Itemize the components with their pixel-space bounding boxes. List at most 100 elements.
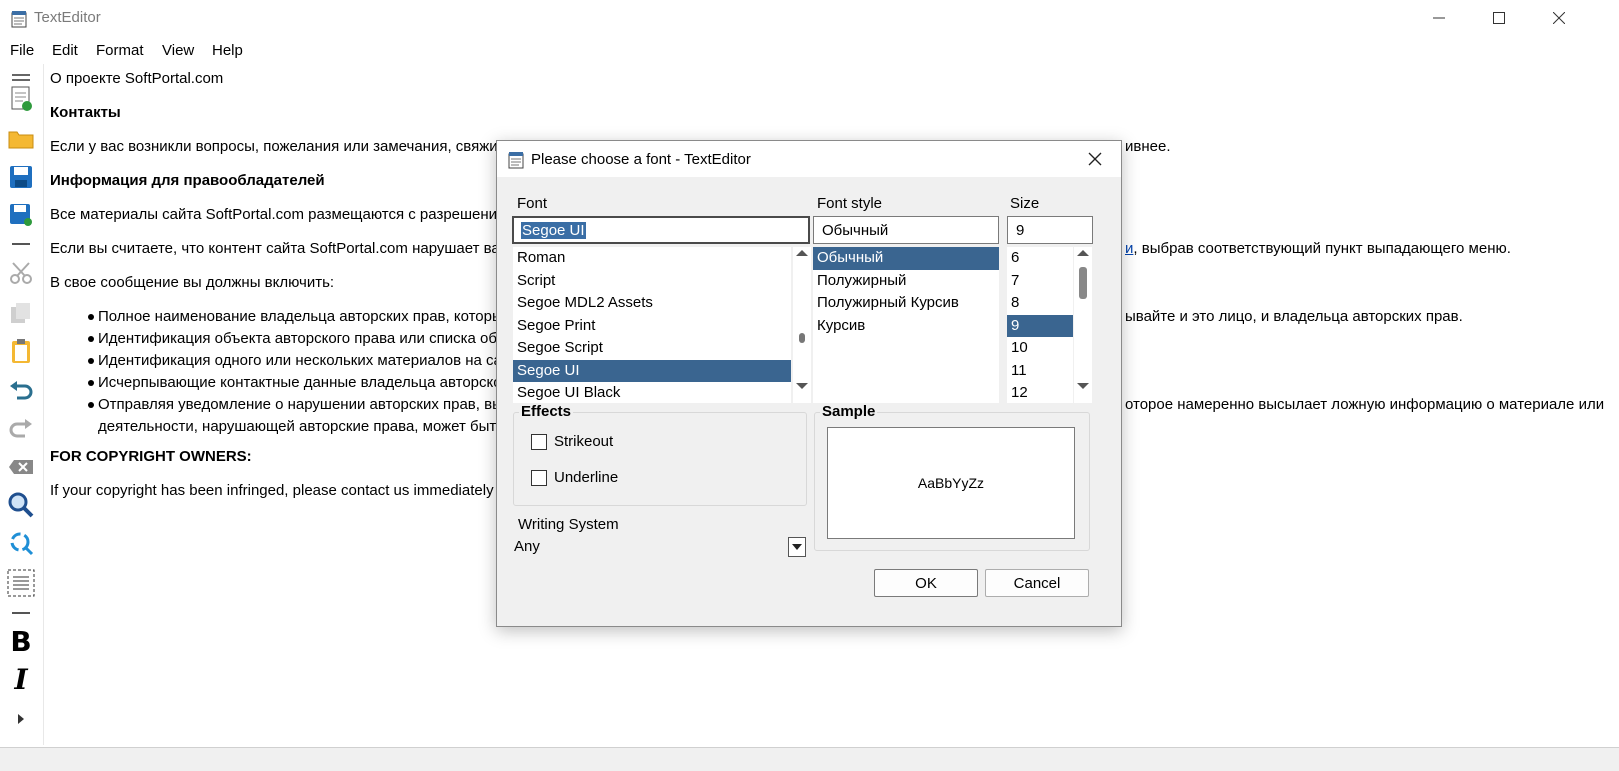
menu-view[interactable]: View: [162, 42, 194, 59]
font-list-item-selected[interactable]: Segoe UI: [513, 359, 791, 382]
select-all-icon[interactable]: [6, 568, 36, 598]
font-list-item[interactable]: Script: [513, 270, 791, 293]
font-size-item-selected[interactable]: 9: [1007, 314, 1073, 337]
font-size-input[interactable]: 9: [1007, 216, 1093, 244]
font-dialog: Please choose a font - TextEditor Font S…: [496, 140, 1122, 627]
notepad-icon: [507, 151, 525, 173]
menu-format[interactable]: Format: [96, 42, 144, 59]
bullet-icon: [88, 336, 94, 342]
sample-text: AaBbYyZz: [917, 475, 985, 491]
font-name-value: Segoe UI: [521, 222, 586, 239]
window-title: TextEditor: [34, 9, 101, 26]
separator: [12, 612, 30, 614]
font-size-item[interactable]: 11: [1007, 360, 1073, 383]
font-list-item[interactable]: Roman: [513, 247, 791, 270]
redo-icon[interactable]: [6, 414, 36, 444]
close-icon: [1088, 152, 1102, 166]
font-style-list: Обычный Полужирный Полужирный Курсив Кур…: [813, 247, 999, 403]
sample-preview: AaBbYyZz: [827, 427, 1075, 539]
font-size-item[interactable]: 6: [1007, 247, 1073, 270]
font-style-item-selected[interactable]: Обычный: [813, 247, 999, 270]
size-label: Size: [1010, 195, 1040, 212]
save-icon[interactable]: [6, 162, 36, 192]
maximize-button[interactable]: [1469, 0, 1529, 36]
save-as-icon[interactable]: [6, 200, 36, 230]
strikeout-checkbox[interactable]: [531, 434, 547, 450]
open-folder-icon[interactable]: [6, 124, 36, 154]
font-list-item[interactable]: Segoe MDL2 Assets: [513, 292, 791, 315]
bold-icon[interactable]: B: [6, 625, 36, 658]
doc-paragraph-tail: и, выбрав соответствующий пункт выпадающ…: [1125, 238, 1511, 260]
separator: [12, 243, 30, 245]
bullet-icon: [88, 358, 94, 364]
doc-line: О проекте SoftPortal.com: [50, 70, 224, 87]
font-name-input[interactable]: Segoe UI: [512, 216, 810, 244]
copy-icon[interactable]: [6, 298, 36, 328]
font-style-label: Font style: [817, 195, 883, 212]
dialog-title-bar: Please choose a font - TextEditor: [497, 141, 1121, 177]
cut-icon[interactable]: [6, 258, 36, 288]
list-item-text: Отправляя уведомление о нарушении авторс…: [98, 396, 503, 413]
font-style-item[interactable]: Полужирный Курсив: [813, 292, 999, 315]
font-style-input[interactable]: Обычный: [813, 216, 999, 244]
italic-icon[interactable]: I: [6, 663, 36, 696]
cancel-button[interactable]: Cancel: [985, 569, 1089, 597]
list-item-text: Полное наименование владельца авторских …: [98, 308, 503, 325]
undo-icon[interactable]: [6, 376, 36, 406]
underline-label: Underline: [554, 469, 619, 486]
doc-paragraph: Если у вас возникли вопросы, пожелания и…: [50, 138, 505, 155]
font-size-item[interactable]: 12: [1007, 382, 1073, 403]
doc-paragraph: Если вы считаете, что контент сайта Soft…: [50, 240, 512, 257]
list-item-continuation: деятельности, нарушающей авторские права…: [98, 418, 505, 435]
font-size-list: 6 7 8 9 10 11 12: [1007, 247, 1073, 403]
close-window-button[interactable]: [1529, 0, 1589, 36]
bullet-icon: [88, 380, 94, 386]
bullet-icon: [88, 314, 94, 320]
replace-icon[interactable]: [6, 528, 36, 558]
paste-icon[interactable]: [6, 336, 36, 366]
writing-system-select[interactable]: Any: [511, 535, 807, 559]
font-size-item[interactable]: 8: [1007, 292, 1073, 315]
font-style-item[interactable]: Курсив: [813, 315, 999, 338]
font-size-item[interactable]: 10: [1007, 337, 1073, 360]
menu-file[interactable]: File: [10, 42, 34, 59]
strikeout-label: Strikeout: [554, 433, 614, 450]
clear-icon[interactable]: [6, 452, 36, 482]
doc-paragraph: Все материалы сайта SoftPortal.com разме…: [50, 206, 506, 223]
side-toolbar: B I: [0, 64, 44, 745]
find-icon[interactable]: [6, 490, 36, 520]
writing-system-label: Writing System: [518, 516, 619, 533]
more-icon[interactable]: [6, 704, 36, 734]
dialog-close-button[interactable]: [1077, 145, 1113, 173]
underline-checkbox[interactable]: [531, 470, 547, 486]
chevron-down-icon[interactable]: [788, 537, 806, 557]
list-item-text: Идентификация одного или нескольких мате…: [98, 352, 502, 369]
font-list-item[interactable]: Segoe Print: [513, 315, 791, 338]
doc-heading: Информация для правообладателей: [50, 172, 325, 189]
list-item-tail: оторое намеренно высылает ложную информа…: [1125, 396, 1605, 413]
font-size-item[interactable]: 7: [1007, 270, 1073, 293]
doc-paragraph-tail: ивнее.: [1125, 138, 1171, 155]
status-bar: [0, 747, 1619, 771]
menu-edit[interactable]: Edit: [52, 42, 78, 59]
doc-paragraph: В свое сообщение вы должны включить:: [50, 274, 335, 291]
writing-system-value: Any: [514, 538, 540, 555]
font-size-scrollbar[interactable]: [1074, 247, 1092, 403]
font-list-item[interactable]: Segoe UI Black: [513, 382, 791, 403]
effects-label: Effects: [519, 403, 574, 420]
effects-group: [513, 412, 807, 506]
doc-paragraph: If your copyright has been infringed, pl…: [50, 482, 494, 499]
doc-heading: Контакты: [50, 104, 121, 121]
menu-bar: File Edit Format View Help: [0, 38, 1619, 64]
font-list-scrollbar[interactable]: [793, 247, 811, 403]
sample-label: Sample: [820, 403, 878, 420]
font-list-item[interactable]: Segoe Script: [513, 337, 791, 360]
dialog-title: Please choose a font - TextEditor: [531, 151, 751, 168]
font-style-item[interactable]: Полужирный: [813, 270, 999, 293]
doc-paragraph-tail-text: , выбрав соответствующий пункт выпадающе…: [1133, 240, 1511, 257]
menu-help[interactable]: Help: [212, 42, 243, 59]
new-document-icon[interactable]: [6, 84, 36, 114]
minimize-button[interactable]: [1409, 0, 1469, 36]
ok-button[interactable]: OK: [874, 569, 978, 597]
font-label: Font: [517, 195, 548, 212]
